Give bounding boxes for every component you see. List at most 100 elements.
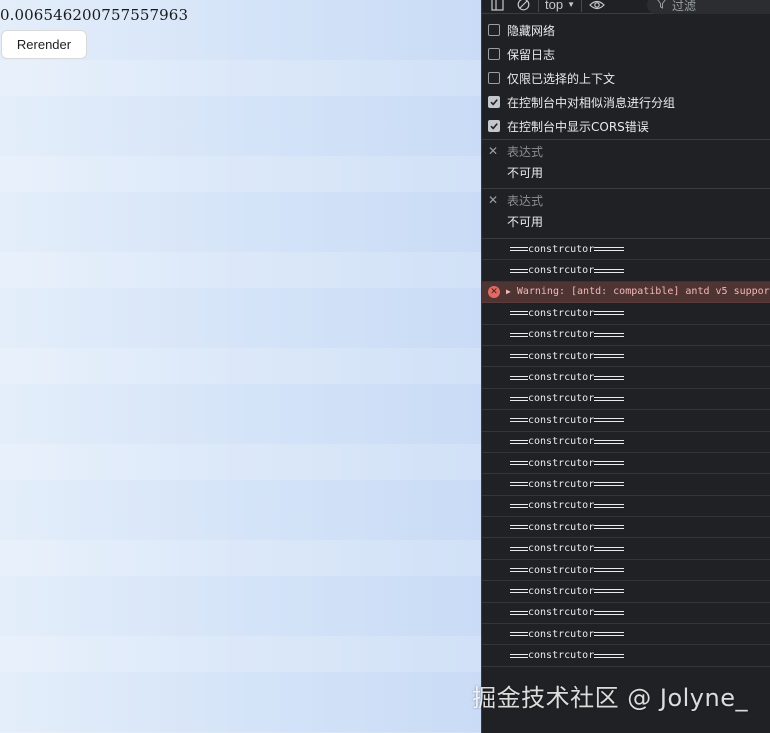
rule-decoration [510,439,528,444]
error-icon: ✕ [488,285,500,298]
log-text: constrcutor [528,650,595,662]
console-log-row[interactable]: constrcutor [482,517,770,539]
console-log-row[interactable]: constrcutor [482,325,770,346]
expression-value: 不可用 [507,214,544,229]
setting-show-cors-errors[interactable]: 在控制台中显示CORS错误 [482,114,770,138]
console-log-row[interactable]: constrcutor [482,410,770,432]
rule-decoration [510,396,528,401]
rule-decoration [594,568,625,573]
setting-label: 在控制台中显示CORS错误 [507,119,649,134]
checkbox-checked[interactable] [488,96,500,108]
log-text: constrcutor [528,329,595,341]
log-text: constrcutor [528,307,595,319]
rule-decoration [510,461,528,466]
close-icon[interactable]: ✕ [488,193,498,207]
console-log-row[interactable]: constrcutor [482,239,770,261]
expression-input[interactable]: 表达式 [507,143,543,160]
clear-console-icon[interactable] [514,0,532,14]
rule-decoration [510,653,528,658]
log-text: constrcutor [528,607,595,619]
rule-decoration [594,632,625,637]
console-settings: 隐藏网络 保留日志 仅限已选择的上下文 在控制台中对相似消息进行分组 在控制台中… [482,18,770,138]
rule-decoration [510,482,528,487]
console-log-row[interactable]: constrcutor [482,560,770,582]
console-toolbar: top ▼ 过滤 [482,0,770,14]
console-log-row[interactable]: constrcutor [482,603,770,625]
toolbar-separator [581,0,582,12]
rule-decoration [510,332,528,337]
app-viewport: 0.006546200757557963 Rerender [0,0,481,733]
console-warning-row[interactable]: ✕ ▶ Warning: [antd: compatible] antd v5 su… [482,281,770,304]
log-text: constrcutor [528,543,595,555]
checkbox[interactable] [488,24,500,36]
rule-decoration [594,589,625,594]
filter-input[interactable]: 过滤 [647,0,770,14]
background-bands [0,0,481,733]
rule-decoration [510,610,528,615]
warning-text: Warning: [antd: compatible] antd v5 supp… [516,286,770,298]
sidebar-toggle-icon[interactable] [488,0,506,14]
rule-decoration [594,375,625,380]
rule-decoration [510,503,528,508]
console-log-row[interactable]: constrcutor [482,624,770,646]
rule-decoration [594,439,625,444]
setting-label: 在控制台中对相似消息进行分组 [507,95,676,110]
console-log-row[interactable]: constrcutor [482,453,770,475]
expression-value: 不可用 [507,165,544,180]
log-text: constrcutor [528,521,595,533]
setting-label: 保留日志 [507,47,556,62]
context-label: top [545,0,564,12]
log-text: constrcutor [528,500,595,512]
close-icon[interactable]: ✕ [488,144,498,158]
checkbox[interactable] [488,48,500,60]
setting-preserve-log[interactable]: 保留日志 [482,42,770,66]
live-expression-eye-icon[interactable] [588,0,606,14]
rule-decoration [594,461,625,466]
rerender-button[interactable]: Rerender [1,30,87,59]
rule-decoration [510,247,528,252]
console-log-row[interactable]: constrcutor [482,367,770,389]
console-log-row[interactable]: constrcutor [482,645,770,667]
live-expression: ✕ 表达式 不可用 [482,188,770,231]
toolbar-separator [538,0,539,12]
rule-decoration [594,354,625,359]
context-selector[interactable]: top ▼ [545,0,575,12]
setting-group-similar[interactable]: 在控制台中对相似消息进行分组 [482,90,770,114]
rule-decoration [594,332,625,337]
log-text: constrcutor [528,393,595,405]
checkbox[interactable] [488,72,500,84]
expand-triangle-icon[interactable]: ▶ [506,287,511,296]
log-text: constrcutor [528,585,595,597]
log-text: constrcutor [528,243,595,255]
log-text: constrcutor [528,265,595,277]
rule-decoration [594,610,625,615]
console-log-row[interactable]: constrcutor [482,260,770,282]
console-log-row[interactable]: constrcutor [482,581,770,603]
rule-decoration [510,375,528,380]
expression-input[interactable]: 表达式 [507,192,543,209]
rule-decoration [510,418,528,423]
console-log-row[interactable]: constrcutor [482,346,770,368]
rule-decoration [510,568,528,573]
console-log-row[interactable]: constrcutor [482,432,770,453]
rule-decoration [594,396,625,401]
log-text: constrcutor [528,436,595,448]
log-text: constrcutor [528,478,595,490]
setting-hide-network[interactable]: 隐藏网络 [482,18,770,42]
devtools-panel: top ▼ 过滤 隐藏网络 保留日志 仅限已选择的上下文 在控制台中对相似消息进… [481,0,770,733]
log-text: constrcutor [528,350,595,362]
rule-decoration [510,311,528,316]
console-log-row[interactable]: constrcutor [482,474,770,496]
rule-decoration [510,632,528,637]
console-log-row[interactable]: constrcutor [482,496,770,518]
console-log-row[interactable]: constrcutor [482,389,770,411]
console-messages: constrcutor constrcutor ✕ ▶ Warning: [antd: … [482,238,770,667]
rule-decoration [594,268,625,273]
rule-decoration [510,268,528,273]
setting-selected-context-only[interactable]: 仅限已选择的上下文 [482,66,770,90]
checkbox-checked[interactable] [488,120,500,132]
console-log-row[interactable]: constrcutor [482,303,770,325]
console-log-row[interactable]: constrcutor [482,538,770,560]
rule-decoration [594,503,625,508]
rule-decoration [510,589,528,594]
